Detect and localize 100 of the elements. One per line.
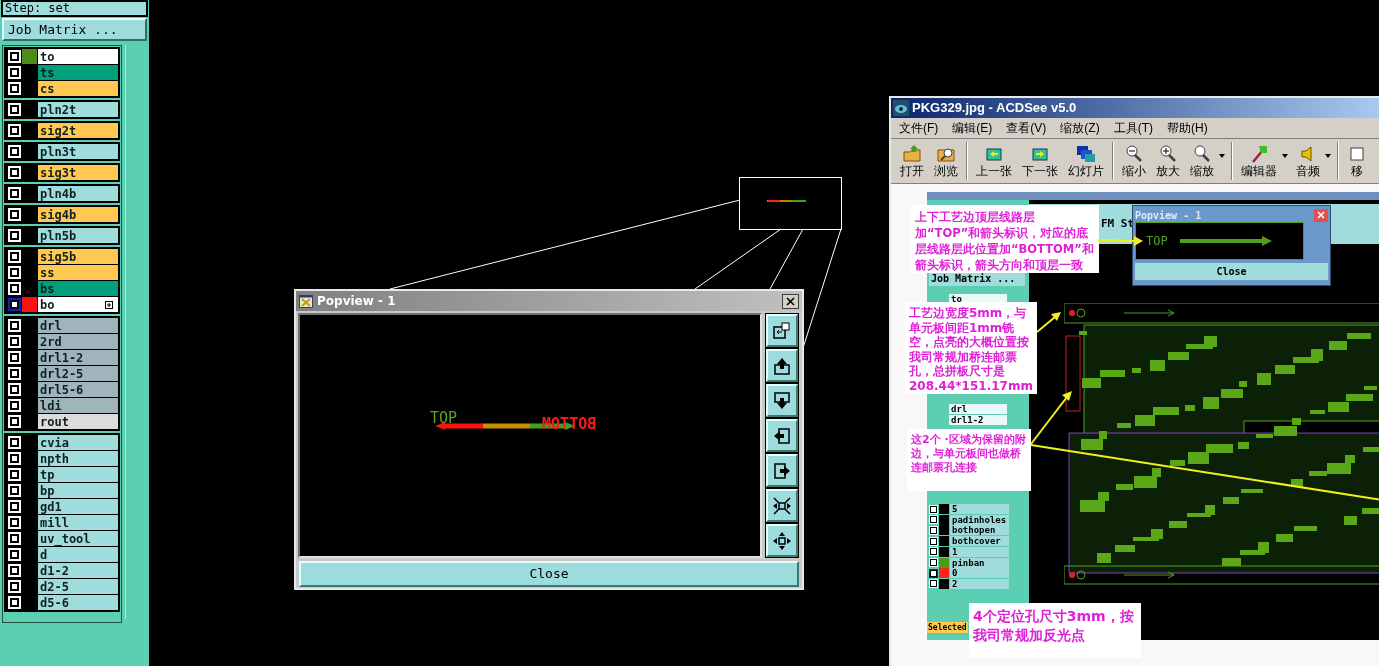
layer-name[interactable]: d1-2 bbox=[38, 563, 119, 578]
layer-row[interactable]: 1 bbox=[929, 546, 1009, 557]
layer-name[interactable]: ts bbox=[38, 65, 119, 80]
layer-visibility-box[interactable] bbox=[7, 298, 21, 311]
layer-name[interactable]: 2rd bbox=[38, 334, 119, 349]
layer-row[interactable]: tp bbox=[6, 467, 119, 482]
layer-name[interactable]: sig5b bbox=[38, 249, 119, 264]
layer-row[interactable]: sig5b bbox=[6, 249, 119, 264]
layer-name[interactable]: bothcover bbox=[950, 536, 1009, 547]
layer-name[interactable]: padinholes bbox=[950, 514, 1009, 525]
job-matrix-button[interactable]: Job Matrix ... bbox=[2, 18, 147, 41]
layer-name[interactable]: ss bbox=[38, 265, 119, 280]
layer-visibility-box[interactable] bbox=[7, 145, 21, 158]
layer-row[interactable]: cs bbox=[6, 81, 119, 96]
layer-name[interactable]: tp bbox=[38, 467, 119, 482]
layer-name[interactable]: bp bbox=[38, 483, 119, 498]
close-button[interactable] bbox=[782, 293, 799, 309]
layer-name[interactable]: bs bbox=[38, 281, 119, 296]
layer-visibility-box[interactable] bbox=[929, 504, 938, 514]
layer-name[interactable]: d2-5 bbox=[38, 579, 119, 594]
layer-row[interactable]: pln5b bbox=[6, 228, 119, 243]
toolbar-button[interactable]: 打开 bbox=[895, 144, 929, 178]
toolbar-button[interactable]: 移 bbox=[1342, 144, 1372, 178]
layer-name[interactable]: drl5-6 bbox=[38, 382, 119, 397]
layer-visibility-box[interactable] bbox=[7, 187, 21, 200]
layer-visibility-box[interactable] bbox=[7, 124, 21, 137]
layer-row[interactable]: drl5-6 bbox=[6, 382, 119, 397]
toolbar-button[interactable]: 下一张 bbox=[1017, 144, 1063, 178]
layer-row[interactable]: ldi bbox=[6, 398, 119, 413]
layer-visibility-box[interactable] bbox=[7, 500, 21, 513]
layer-visibility-box[interactable] bbox=[929, 558, 938, 567]
toolbar-button[interactable]: 编辑器 bbox=[1236, 144, 1291, 178]
layer-row[interactable]: pinban bbox=[929, 557, 1009, 568]
layer-name[interactable]: pln4b bbox=[38, 186, 119, 201]
layer-row[interactable]: pln3t bbox=[6, 144, 119, 159]
view-tool-button[interactable] bbox=[766, 349, 798, 382]
layer-name[interactable]: npth bbox=[38, 451, 119, 466]
layer-name[interactable]: drl1-2 bbox=[38, 350, 119, 365]
layer-visibility-box[interactable] bbox=[7, 367, 21, 380]
layer-visibility-box[interactable] bbox=[7, 351, 21, 364]
layer-name[interactable]: d5-6 bbox=[38, 595, 119, 610]
layer-row[interactable]: d bbox=[6, 547, 119, 562]
layer-row[interactable]: pln2t bbox=[6, 102, 119, 117]
layer-visibility-box[interactable] bbox=[7, 468, 21, 481]
layer-visibility-box[interactable] bbox=[929, 525, 938, 535]
layer-name[interactable]: drl1-2 bbox=[949, 415, 1007, 425]
close-button[interactable]: Close bbox=[299, 561, 799, 587]
layer-visibility-box[interactable] bbox=[7, 66, 21, 79]
layer-visibility-box[interactable] bbox=[7, 335, 21, 348]
layer-row[interactable]: 2 bbox=[929, 578, 1009, 589]
layer-visibility-box[interactable] bbox=[7, 250, 21, 263]
layer-visibility-box[interactable] bbox=[7, 266, 21, 279]
layer-row[interactable]: ts bbox=[6, 65, 119, 80]
layer-name[interactable]: to bbox=[38, 49, 119, 64]
layer-row[interactable]: uv_tool bbox=[6, 531, 119, 546]
toolbar-button[interactable]: 上一张 bbox=[971, 144, 1017, 178]
layer-name[interactable]: drl bbox=[949, 404, 1007, 414]
layer-row[interactable]: 0 bbox=[929, 568, 1009, 579]
layer-name[interactable]: pinban bbox=[950, 557, 1009, 568]
view-tool-button[interactable] bbox=[766, 314, 798, 347]
layer-visibility-box[interactable] bbox=[7, 82, 21, 95]
layer-name[interactable]: pln3t bbox=[38, 144, 119, 159]
layer-visibility-box[interactable] bbox=[7, 484, 21, 497]
layer-visibility-box[interactable] bbox=[7, 516, 21, 529]
layer-row[interactable]: drl2-5 bbox=[6, 366, 119, 381]
layer-row[interactable]: npth bbox=[6, 451, 119, 466]
layer-row[interactable]: drl bbox=[6, 318, 119, 333]
layer-name[interactable]: d bbox=[38, 547, 119, 562]
toolbar-button[interactable]: 音频 bbox=[1291, 144, 1334, 178]
layer-row[interactable]: pln4b bbox=[6, 186, 119, 201]
layer-row[interactable]: sig4b bbox=[6, 207, 119, 222]
layer-name[interactable]: 5 bbox=[950, 504, 1009, 514]
layer-row[interactable]: d5-6 bbox=[6, 595, 119, 610]
view-tool-button[interactable] bbox=[766, 419, 798, 452]
layer-row[interactable]: bs bbox=[6, 281, 119, 296]
toolbar-button[interactable]: 缩放 bbox=[1185, 144, 1228, 178]
layer-name[interactable]: cs bbox=[38, 81, 119, 96]
view-tool-button[interactable] bbox=[766, 489, 798, 522]
menu-item[interactable]: 查看(V) bbox=[1006, 119, 1047, 137]
layer-row[interactable]: sig3t bbox=[6, 165, 119, 180]
layer-visibility-box[interactable] bbox=[7, 166, 21, 179]
layer-name[interactable]: 0 bbox=[950, 568, 1009, 579]
layer-row[interactable]: bothcover bbox=[929, 536, 1009, 547]
layer-row[interactable]: bo bbox=[6, 297, 119, 312]
layer-visibility-box[interactable] bbox=[7, 383, 21, 396]
layer-visibility-box[interactable] bbox=[929, 536, 938, 546]
layer-visibility-box[interactable] bbox=[929, 547, 938, 557]
layer-name[interactable]: sig3t bbox=[38, 165, 119, 180]
layer-visibility-box[interactable] bbox=[929, 579, 938, 589]
layer-name[interactable]: cvia bbox=[38, 435, 119, 450]
layer-visibility-box[interactable] bbox=[7, 564, 21, 577]
layer-visibility-box[interactable] bbox=[7, 452, 21, 465]
layer-name[interactable]: mill bbox=[38, 515, 119, 530]
layer-visibility-box[interactable] bbox=[7, 436, 21, 449]
layer-name[interactable]: rout bbox=[38, 414, 119, 429]
layer-row[interactable]: cvia bbox=[6, 435, 119, 450]
layer-visibility-box[interactable] bbox=[7, 399, 21, 412]
layer-name[interactable]: drl2-5 bbox=[38, 366, 119, 381]
layer-row[interactable]: mill bbox=[6, 515, 119, 530]
layer-name[interactable]: sig4b bbox=[38, 207, 119, 222]
